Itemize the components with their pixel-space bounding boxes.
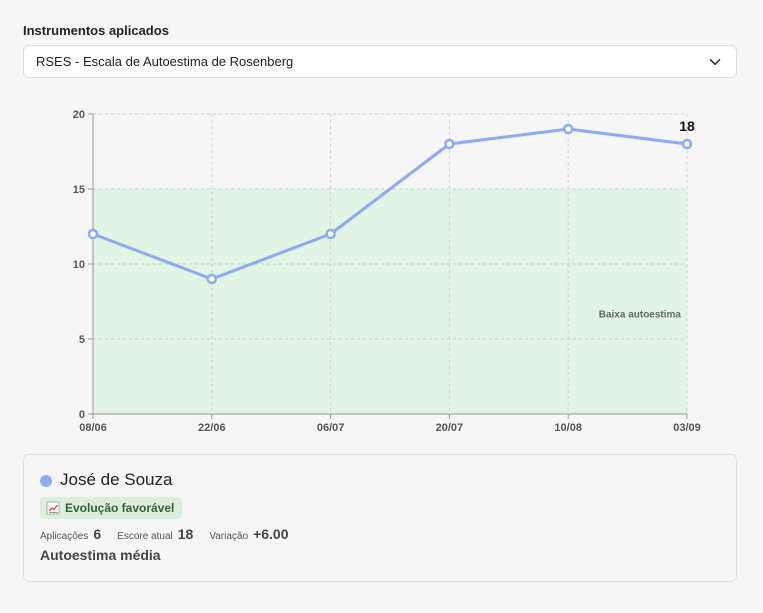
x-tick-label: 08/06 (79, 422, 107, 434)
x-tick-label: 03/09 (673, 422, 701, 434)
band-layer (93, 189, 687, 414)
data-point (206, 273, 218, 285)
chevron-down-icon (708, 55, 722, 69)
y-tick-label: 20 (73, 109, 85, 121)
current-score-value: 18 (177, 526, 194, 542)
applications-value: 6 (93, 526, 102, 542)
data-point (325, 228, 336, 240)
line-chart: 0 5 10 15 20 08/06 22/06 06/07 20/07 10/08 03/09 B… (73, 109, 701, 434)
stats-row: Aplicações 6 Escore atual 18 Variação +6… (40, 526, 305, 542)
last-value-label: 18 (679, 118, 695, 134)
y-tick-label: 0 (79, 409, 85, 421)
instrument-select[interactable]: RSES - Escala de Autoestima de Rosenberg (23, 45, 737, 78)
x-tick-label: 06/07 (317, 422, 345, 434)
variation-value: +6.00 (253, 526, 289, 542)
x-tick-label: 20/07 (436, 422, 464, 434)
data-point (444, 138, 455, 150)
series-color-marker (40, 475, 52, 487)
current-score-label: Escore atual (117, 531, 173, 542)
variation-label: Variação (209, 531, 249, 542)
applications-label: Aplicações (40, 531, 89, 542)
reference-band-label: Baixa autoestima (599, 310, 682, 321)
y-tick-label: 5 (79, 334, 85, 346)
self-esteem-level: Autoestima média (40, 547, 161, 563)
evolution-badge-label: Evolução favorável (65, 501, 175, 515)
y-tick-label: 10 (73, 259, 85, 271)
data-point (87, 228, 99, 240)
reference-band (93, 189, 687, 414)
data-point (681, 138, 693, 150)
data-point (562, 123, 574, 135)
x-tick-label: 22/06 (198, 422, 226, 434)
patient-summary-card: José de Souza Evolução favorável Aplicaç… (23, 454, 737, 582)
y-tick-label: 15 (73, 184, 85, 196)
x-tick-label: 10/08 (554, 422, 582, 434)
section-title: Instrumentos aplicados (23, 23, 169, 38)
evolution-badge: Evolução favorável (40, 497, 183, 519)
instrument-select-value: RSES - Escala de Autoestima de Rosenberg (36, 54, 294, 69)
trending-up-icon (46, 501, 60, 515)
patient-name: José de Souza (60, 470, 173, 489)
